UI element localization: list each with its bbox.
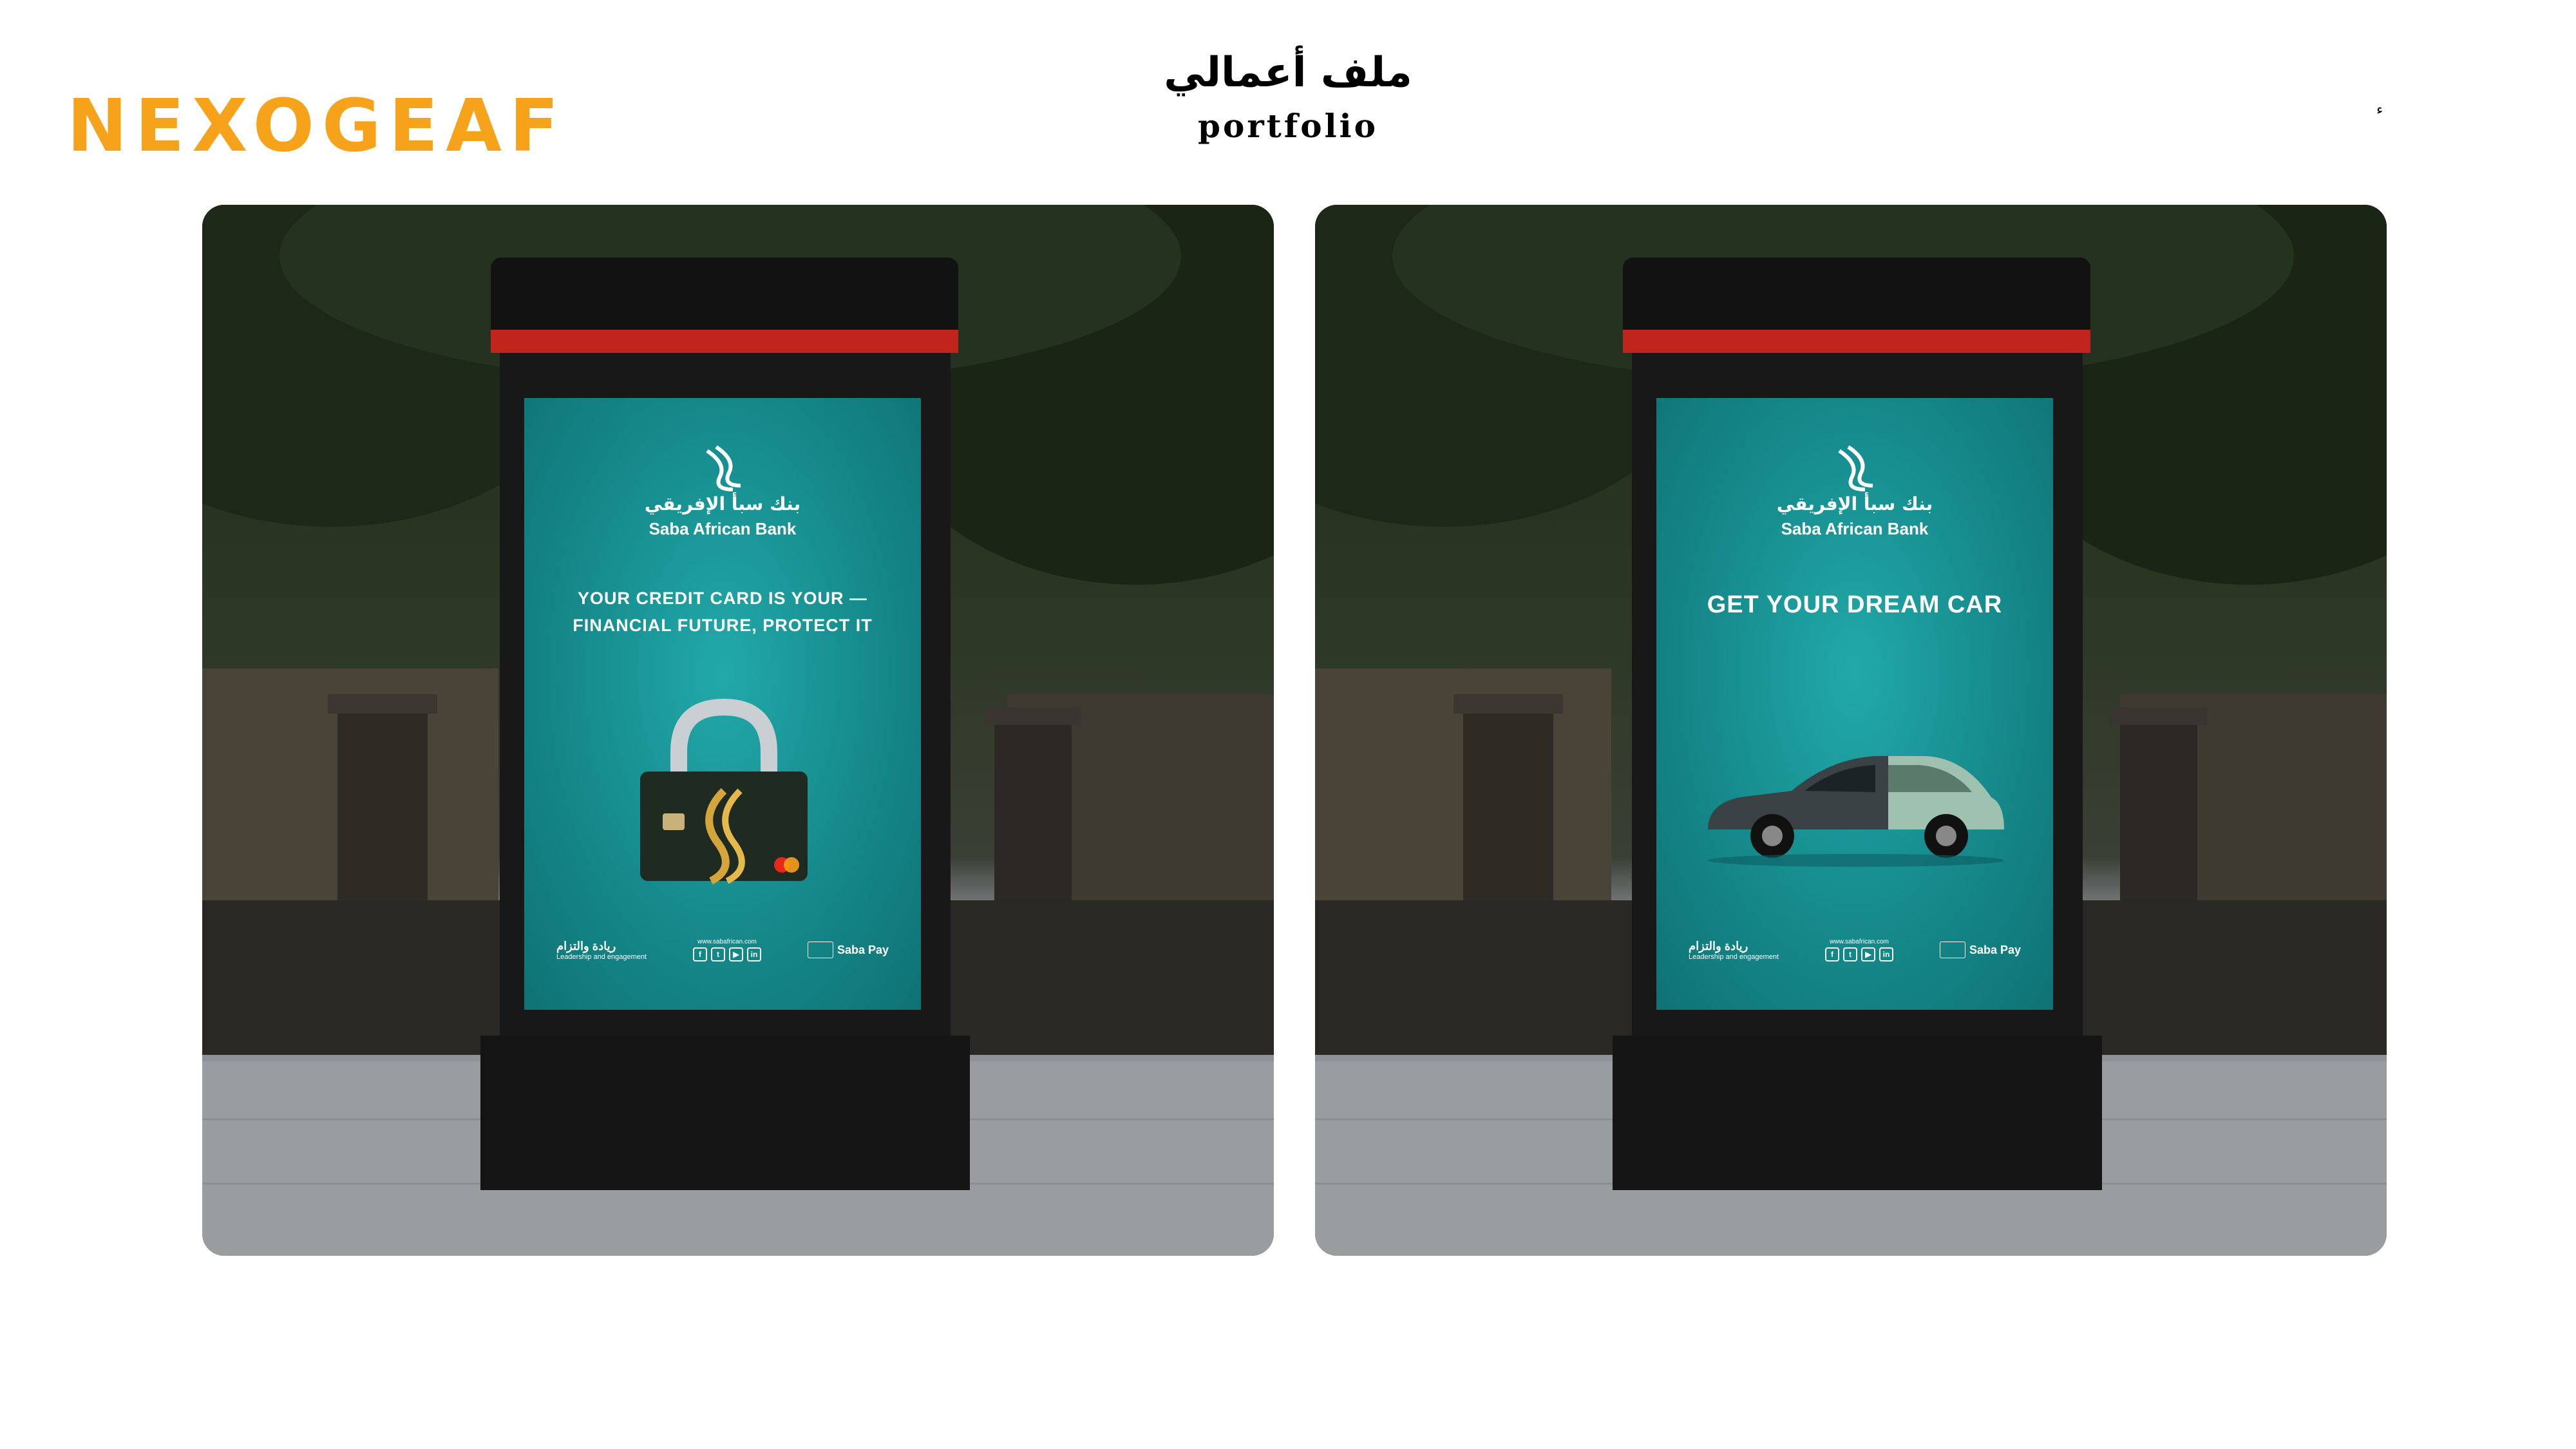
- poster-dream-car: بنك سبأ الإفريقي Saba African Bank GET Y…: [1656, 398, 2053, 1010]
- contact-block: www.sabafrican.com f t ▶ in: [693, 938, 761, 961]
- website-url: www.sabafrican.com: [1830, 938, 1889, 945]
- saba-pay-label: Saba Pay: [837, 943, 889, 956]
- saba-pay-block: Saba Pay: [1939, 942, 2021, 958]
- page-mark: ء: [2376, 102, 2383, 118]
- poster-credit-card: بنك سبأ الإفريقي Saba African Bank YOUR …: [524, 398, 921, 1010]
- billboard-mockup-car: بنك سبأ الإفريقي Saba African Bank GET Y…: [1315, 205, 2387, 1256]
- linkedin-icon: in: [1879, 947, 1893, 961]
- slogan-english: Leadership and engagement: [556, 952, 647, 961]
- billboard-mockup-credit-card: بنك سبأ الإفريقي Saba African Bank YOUR …: [202, 205, 1274, 1256]
- poster-footer: ريادة والتزام Leadership and engagement …: [1689, 933, 2021, 967]
- page-title-arabic: ملف أعمالي: [1164, 49, 1412, 97]
- saba-pay-label: Saba Pay: [1969, 943, 2021, 956]
- facebook-icon: f: [1825, 947, 1839, 961]
- brand-logo: NEXOGEAF: [67, 84, 567, 168]
- bank-logo-icon: [1838, 445, 1873, 491]
- slogan-arabic: ريادة والتزام: [1689, 939, 1748, 952]
- slogan: ريادة والتزام Leadership and engagement: [1689, 940, 1779, 961]
- app-store-icon: [807, 942, 833, 958]
- headline-line-1: YOUR CREDIT CARD IS YOUR —: [577, 589, 868, 608]
- bank-name-arabic: بنك سبأ الإفريقي: [644, 493, 801, 515]
- saba-pay-block: Saba Pay: [807, 942, 889, 958]
- social-icons: f t ▶ in: [693, 947, 761, 961]
- headline-line-2: FINANCIAL FUTURE, PROTECT IT: [573, 616, 873, 635]
- bank-name: Saba African Bank: [649, 519, 797, 538]
- padlock-card-illustration: [640, 698, 808, 885]
- bank-name: Saba African Bank: [1781, 519, 1929, 538]
- poster-headline: YOUR CREDIT CARD IS YOUR — FINANCIAL FUT…: [550, 585, 895, 639]
- twitter-icon: t: [1843, 947, 1857, 961]
- youtube-icon: ▶: [1861, 947, 1875, 961]
- website-url: www.sabafrican.com: [697, 938, 757, 945]
- facebook-icon: f: [693, 947, 707, 961]
- car-illustration: [1708, 756, 2004, 867]
- youtube-icon: ▶: [729, 947, 743, 961]
- linkedin-icon: in: [747, 947, 761, 961]
- page-title: portfolio: [1198, 107, 1378, 145]
- slogan: ريادة والتزام Leadership and engagement: [556, 940, 647, 961]
- bank-logo-icon: [706, 445, 741, 491]
- contact-block: www.sabafrican.com f t ▶ in: [1825, 938, 1893, 961]
- poster-headline: GET YOUR DREAM CAR: [1707, 591, 2003, 618]
- social-icons: f t ▶ in: [1825, 947, 1893, 961]
- slogan-english: Leadership and engagement: [1689, 952, 1779, 961]
- slogan-arabic: ريادة والتزام: [556, 939, 616, 952]
- twitter-icon: t: [711, 947, 725, 961]
- bank-name-arabic: بنك سبأ الإفريقي: [1776, 493, 1933, 515]
- poster-footer: ريادة والتزام Leadership and engagement …: [556, 933, 889, 967]
- app-store-icon: [1939, 942, 1965, 958]
